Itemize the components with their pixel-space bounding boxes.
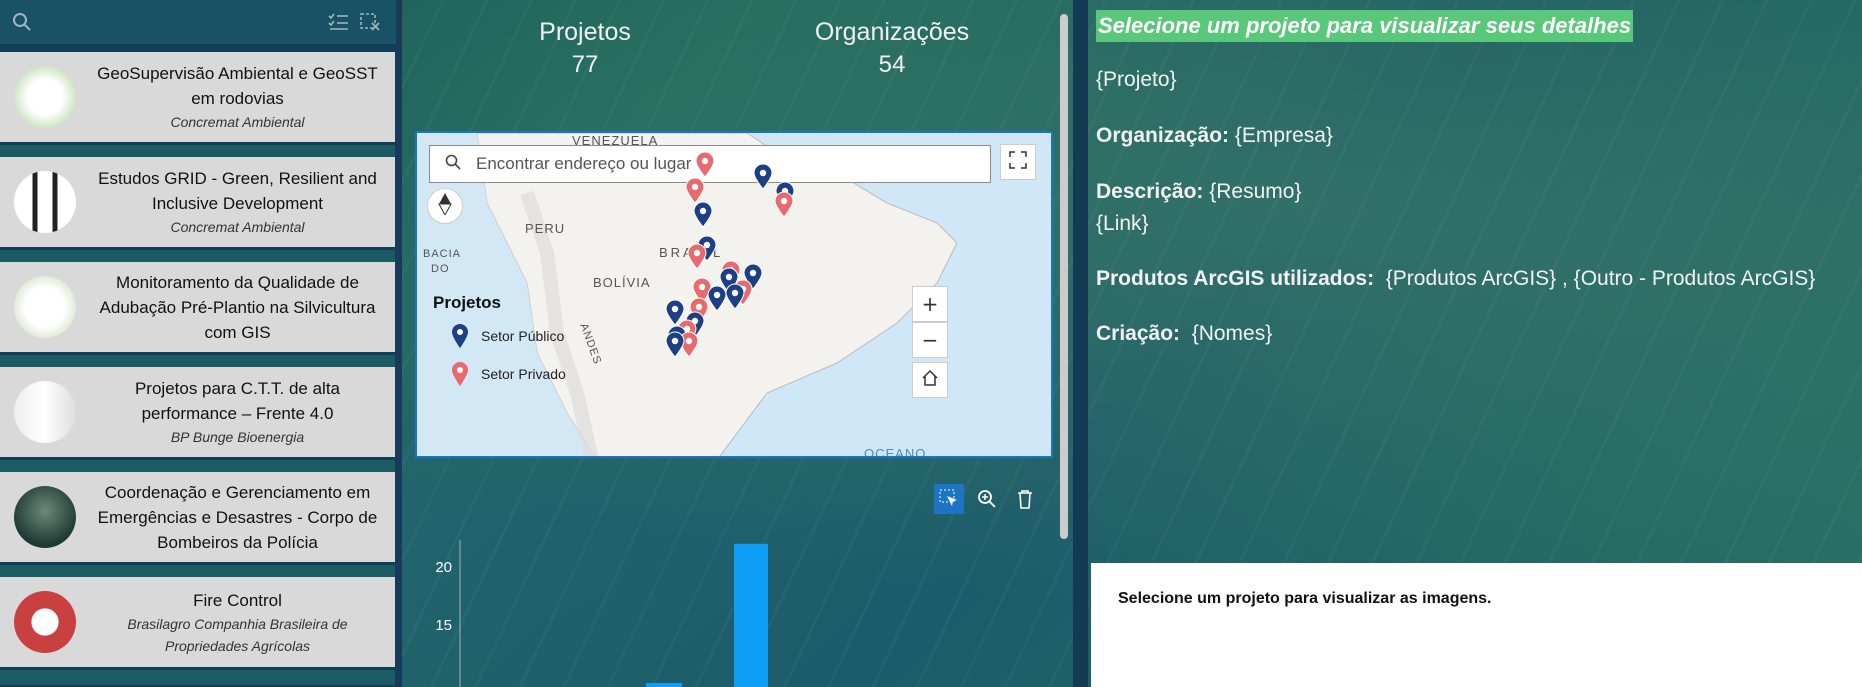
list-item-title: Projetos para C.T.T. de alta performance… — [134, 379, 341, 423]
organization-line: Organização: {Empresa} — [1096, 124, 1333, 148]
clear-selection-icon[interactable] — [1010, 484, 1040, 514]
marker-public-icon[interactable] — [707, 285, 727, 312]
details-panel: Selecione um projeto para visualizar seu… — [1088, 0, 1862, 687]
projects-stat: Projetos 77 — [515, 18, 655, 79]
panel-divider — [1073, 0, 1088, 687]
chart-bar[interactable] — [734, 543, 768, 687]
project-thumbnail — [14, 591, 76, 653]
products-label: Produtos ArcGIS utilizados: — [1096, 267, 1375, 290]
select-all-icon[interactable] — [326, 10, 350, 34]
chart-bar[interactable] — [646, 683, 682, 687]
clear-selection-icon[interactable] — [358, 10, 382, 34]
project-name: {Projeto} — [1096, 68, 1177, 91]
project-thumbnail — [14, 381, 76, 443]
list-item-title: Fire Control — [193, 590, 282, 610]
scrollbar-thumb[interactable] — [1060, 14, 1068, 539]
project-link[interactable]: {Link} — [1096, 212, 1149, 236]
list-item[interactable]: Projetos para C.T.T. de alta performance… — [0, 367, 395, 457]
list-item-title: GeoSupervisão Ambiental e GeoSST em rodo… — [97, 64, 378, 108]
description-value: {Resumo} — [1209, 180, 1302, 203]
organization-label: Organização: — [1096, 124, 1230, 147]
map-view[interactable]: VENEZUELA PERU BRASIL BOLÍVIA BACIA DO A… — [415, 131, 1053, 458]
marker-public-icon[interactable] — [693, 201, 713, 228]
select-tool-icon[interactable] — [934, 484, 964, 514]
list-item-title: Estudos GRID - Green, Resilient and Incl… — [98, 169, 377, 213]
products-line: Produtos ArcGIS utilizados: {Produtos Ar… — [1096, 267, 1815, 291]
organizations-stat: Organizações 54 — [802, 18, 982, 79]
marker-public-icon[interactable] — [753, 163, 773, 190]
details-headline: Selecione um projeto para visualizar seu… — [1096, 10, 1634, 42]
chart-selection-tools — [934, 484, 1040, 514]
list-item[interactable]: Monitoramento da Qualidade de Adubação P… — [0, 262, 395, 352]
marker-private-icon[interactable] — [774, 191, 794, 218]
marker-private-icon[interactable] — [687, 243, 707, 270]
project-thumbnail — [14, 171, 76, 233]
list-item[interactable]: Estudos GRID - Green, Resilient and Incl… — [0, 157, 395, 247]
list-toolbar — [0, 0, 396, 44]
projects-stat-label: Projetos — [539, 18, 631, 46]
description-label: Descrição: — [1096, 180, 1204, 203]
middle-scrollbar[interactable] — [1057, 0, 1071, 687]
bar-chart: 1520 — [435, 540, 768, 687]
list-item-org: Concremat Ambiental — [170, 219, 305, 235]
marker-public-icon[interactable] — [725, 283, 745, 310]
marker-private-icon[interactable] — [695, 151, 715, 178]
creation-label: Criação: — [1096, 322, 1181, 345]
list-item-title: Coordenação e Gerenciamento em Emergênci… — [97, 482, 378, 552]
dashboard-middle-panel: Projetos 77 Organizações 54 VENEZUELA PE… — [398, 0, 1073, 687]
products-value: {Produtos ArcGIS} , {Outro - Produtos Ar… — [1385, 267, 1816, 290]
zoom-tool-icon[interactable] — [972, 484, 1002, 514]
map-markers — [665, 151, 795, 358]
list-item-title: Monitoramento da Qualidade de Adubação P… — [99, 272, 376, 342]
creation-line: Criação: {Nomes} — [1096, 322, 1272, 346]
y-tick-label: 15 — [435, 617, 452, 634]
project-thumbnail — [14, 66, 76, 128]
organizations-stat-label: Organizações — [814, 18, 970, 46]
project-list-panel: GeoSupervisão Ambiental e GeoSST em rodo… — [0, 0, 396, 687]
project-thumbnail — [14, 276, 76, 338]
marker-private-icon[interactable] — [685, 177, 705, 204]
list-item-org: Concremat Ambiental — [170, 114, 305, 130]
marker-public-icon[interactable] — [665, 299, 685, 326]
list-item[interactable]: Coordenação e Gerenciamento em Emergênci… — [0, 472, 395, 562]
search-icon[interactable] — [10, 10, 34, 34]
description-line: Descrição: {Resumo} — [1096, 180, 1301, 204]
list-item[interactable]: GeoSupervisão Ambiental e GeoSST em rodo… — [0, 52, 395, 142]
divider — [0, 670, 395, 685]
images-message: Selecione um projeto para visualizar as … — [1118, 590, 1492, 607]
marker-public-icon[interactable] — [665, 331, 685, 358]
images-panel: Selecione um projeto para visualizar as … — [1091, 563, 1862, 687]
list-item-org: BP Bunge Bioenergia — [170, 429, 305, 445]
project-thumbnail — [14, 486, 76, 548]
organizations-stat-value: 54 — [878, 51, 906, 78]
creation-value: {Nomes} — [1191, 322, 1273, 345]
organization-value: {Empresa} — [1234, 124, 1333, 147]
y-tick-label: 20 — [435, 559, 452, 576]
projects-stat-value: 77 — [571, 51, 599, 78]
list-item-org: Brasilagro Companhia Brasileira de Propr… — [127, 615, 348, 654]
list-item[interactable]: Fire Control Brasilagro Companhia Brasile… — [0, 577, 395, 667]
